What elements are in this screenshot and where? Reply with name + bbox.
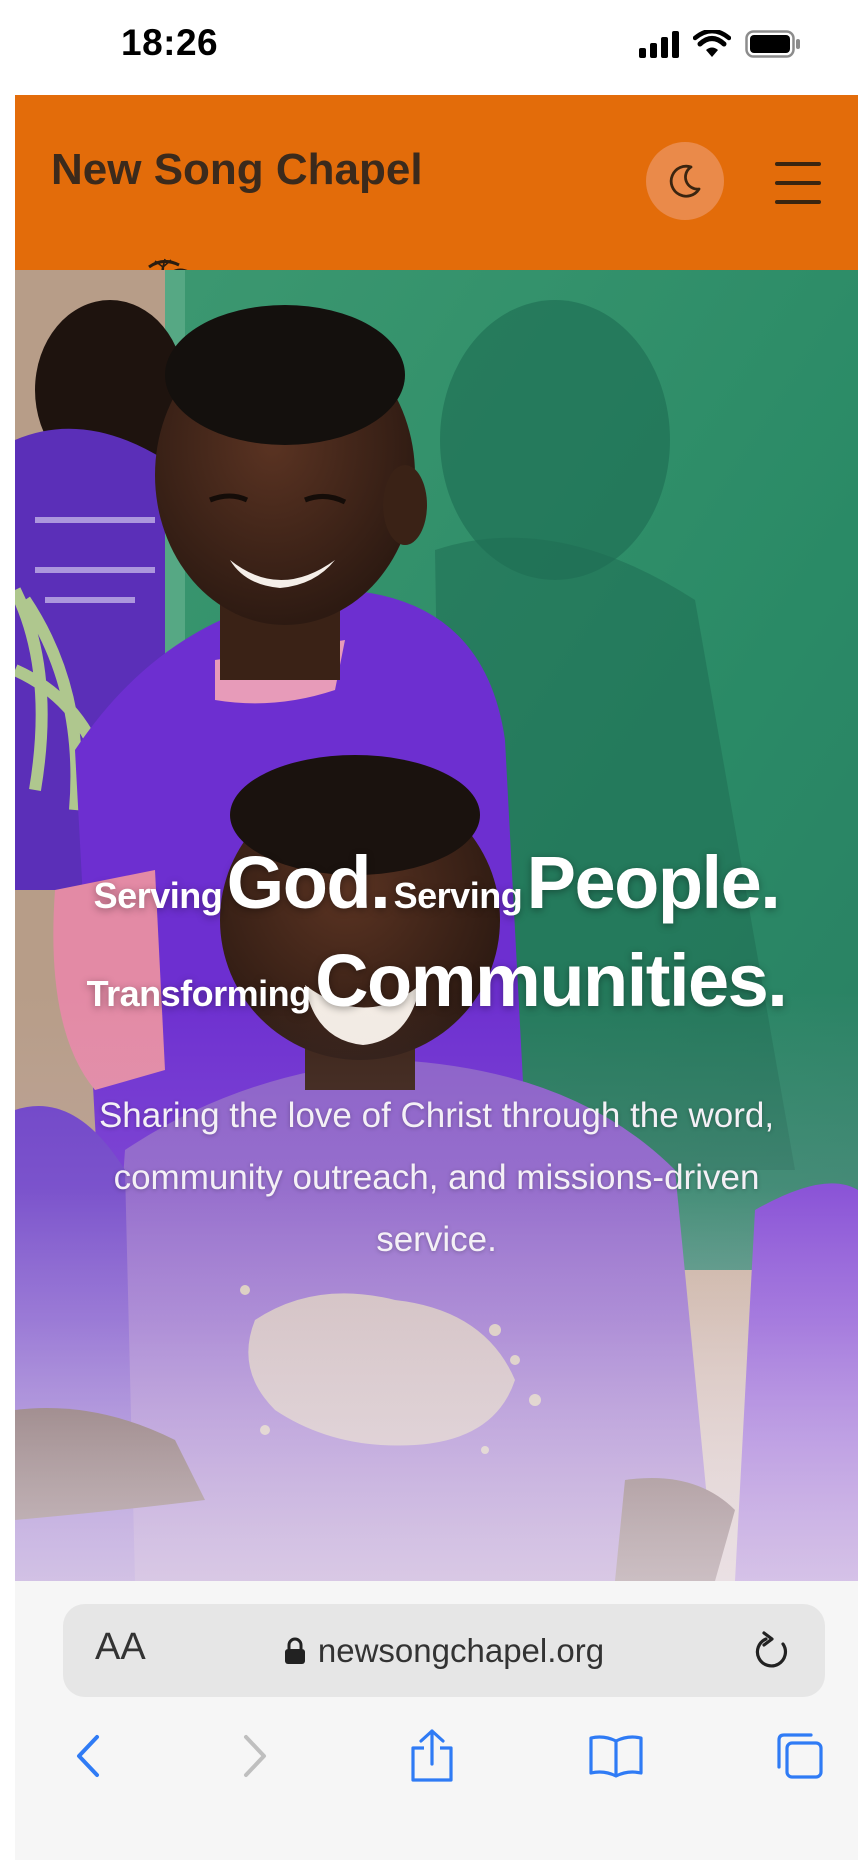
status-bar: 18:26 (0, 0, 858, 94)
tabs-icon (777, 1733, 823, 1779)
bookmarks-button[interactable] (586, 1721, 646, 1791)
back-icon (77, 1735, 99, 1777)
browser-toolbar: AA newsongchapel.org (15, 1581, 858, 1860)
hero-overlay (15, 270, 858, 1581)
address-bar[interactable]: AA newsongchapel.org (63, 1604, 825, 1697)
wifi-icon (693, 30, 731, 57)
share-icon (411, 1729, 453, 1782)
status-time: 18:26 (121, 22, 219, 63)
moon-icon (669, 164, 701, 198)
bookmarks-icon (589, 1735, 643, 1778)
site-logo[interactable]: New Song Chapel (51, 145, 423, 195)
hero-headline-line-1: Serving God. Serving People. (15, 840, 858, 925)
lock-icon (284, 1637, 305, 1664)
share-button[interactable] (402, 1721, 462, 1791)
hero-headline-line-2: Transforming Communities. (15, 938, 858, 1023)
reload-icon[interactable] (753, 1630, 793, 1672)
headline-word: God. (226, 841, 391, 924)
cellular-signal-icon (639, 30, 679, 58)
forward-button[interactable] (225, 1721, 285, 1791)
headline-word: Transforming (86, 973, 312, 1014)
site-header: New Song Chapel (15, 95, 858, 291)
url-display[interactable]: newsongchapel.org (63, 1604, 825, 1697)
hero-section: Serving God. Serving People. Transformin… (15, 270, 858, 1581)
headline-word: Communities. (315, 939, 788, 1022)
theme-toggle-button[interactable] (646, 142, 724, 220)
status-icons (639, 30, 801, 58)
hamburger-menu-icon[interactable] (775, 162, 821, 204)
headline-word: People. (526, 841, 781, 924)
browser-nav-row (15, 1721, 858, 1801)
back-button[interactable] (58, 1721, 118, 1791)
url-text: newsongchapel.org (317, 1631, 605, 1669)
forward-icon (244, 1735, 266, 1777)
battery-icon (745, 30, 800, 58)
headline-word: Serving (393, 875, 523, 916)
headline-word: Serving (93, 875, 223, 916)
hero-subtitle: Sharing the love of Christ through the w… (98, 1096, 775, 1259)
tabs-button[interactable] (770, 1721, 830, 1791)
